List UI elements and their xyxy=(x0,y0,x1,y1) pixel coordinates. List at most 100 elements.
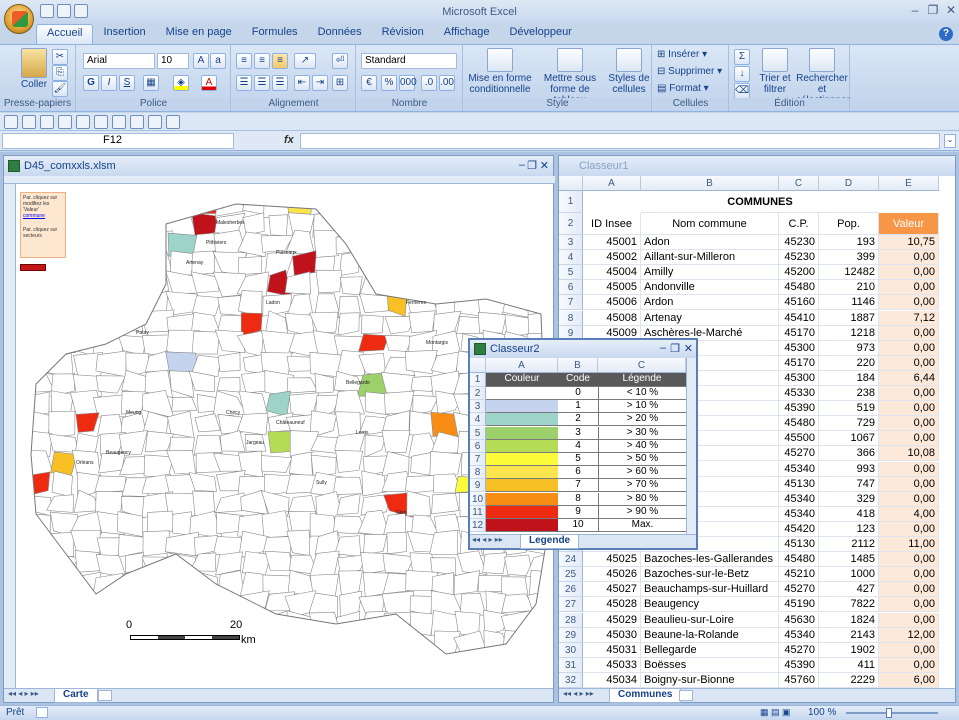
table-cell[interactable]: 45300 xyxy=(779,370,819,386)
commune-region[interactable] xyxy=(93,255,127,277)
table-cell[interactable]: 45001 xyxy=(583,235,641,250)
table-cell[interactable]: 45006 xyxy=(583,295,641,311)
commune-region[interactable] xyxy=(92,311,126,337)
align-bottom-icon[interactable]: ≡ xyxy=(272,53,288,69)
qat-customize-icon[interactable] xyxy=(166,115,180,129)
commune-region[interactable] xyxy=(524,251,554,273)
commune-region[interactable] xyxy=(217,352,241,372)
table-cell[interactable]: 0,00 xyxy=(879,386,939,401)
tab-développeur[interactable]: Développeur xyxy=(499,24,581,44)
tab-données[interactable]: Données xyxy=(308,24,372,44)
row-header[interactable]: 4 xyxy=(559,250,583,266)
commune-region[interactable] xyxy=(22,312,53,338)
commune-region[interactable] xyxy=(216,593,244,614)
legend-column-header-C[interactable]: C xyxy=(598,358,686,373)
commune-region[interactable] xyxy=(171,396,198,412)
commune-region[interactable] xyxy=(381,269,413,298)
wrap-text-icon[interactable]: ⏎ xyxy=(332,53,348,69)
table-cell[interactable]: 1902 xyxy=(819,642,879,658)
commune-region[interactable] xyxy=(382,191,409,217)
table-cell[interactable]: 45330 xyxy=(779,386,819,401)
table-cell[interactable]: 399 xyxy=(819,250,879,266)
legend-code[interactable]: 2 xyxy=(558,413,598,427)
commune-region[interactable] xyxy=(335,449,363,473)
legend-label[interactable]: > 10 % xyxy=(598,400,686,414)
commune-region[interactable] xyxy=(48,433,79,453)
commune-region[interactable] xyxy=(286,377,318,394)
table-cell[interactable]: Amilly xyxy=(641,265,779,281)
table-cell[interactable]: 45270 xyxy=(779,642,819,658)
commune-region[interactable] xyxy=(525,292,553,312)
table-cell[interactable]: 45031 xyxy=(583,642,641,658)
commune-region[interactable] xyxy=(122,270,148,292)
commune-region[interactable] xyxy=(504,651,530,675)
qat-redo-icon[interactable] xyxy=(40,115,54,129)
column-header-A[interactable]: A xyxy=(583,176,641,191)
table-cell[interactable]: 973 xyxy=(819,340,879,356)
table-cell[interactable]: 0,00 xyxy=(879,642,939,658)
table-cell[interactable]: Boigny-sur-Bionne xyxy=(641,672,779,688)
legend-code[interactable]: 1 xyxy=(558,400,598,414)
table-cell[interactable]: 45005 xyxy=(583,280,641,296)
macro-record-icon[interactable] xyxy=(36,707,48,718)
commune-region[interactable] xyxy=(73,293,98,318)
commune-region[interactable] xyxy=(261,510,290,539)
commune-region[interactable] xyxy=(143,191,175,216)
table-cell[interactable]: 993 xyxy=(819,461,879,477)
table-cell[interactable]: 0,00 xyxy=(879,461,939,477)
commune-region[interactable] xyxy=(309,550,340,578)
commune-region[interactable] xyxy=(21,653,52,676)
table-header-cell[interactable]: Valeur xyxy=(879,213,939,235)
table-cell[interactable]: 12482 xyxy=(819,265,879,281)
cell-styles-button[interactable]: Styles de cellules xyxy=(608,48,650,95)
commune-region[interactable] xyxy=(383,210,411,235)
view-buttons[interactable]: ▦ ▤ ▣ xyxy=(760,707,804,719)
commune-region[interactable] xyxy=(92,632,127,655)
commune-region[interactable] xyxy=(121,210,144,234)
commune-region[interactable] xyxy=(172,511,193,536)
table-cell[interactable]: 45760 xyxy=(779,672,819,688)
legend-code[interactable]: 8 xyxy=(558,493,598,506)
table-cell[interactable]: 10,75 xyxy=(879,235,939,250)
commune-region[interactable] xyxy=(216,377,241,393)
commune-region[interactable] xyxy=(239,610,269,635)
commune-region[interactable] xyxy=(70,311,104,337)
commune-region[interactable] xyxy=(527,632,554,655)
commune-region[interactable] xyxy=(242,212,265,236)
commune-region[interactable] xyxy=(358,234,391,256)
table-cell[interactable]: 45004 xyxy=(583,265,641,281)
commune-region[interactable] xyxy=(336,610,361,638)
commune-region[interactable] xyxy=(553,191,554,217)
legend-code[interactable]: 10 xyxy=(558,519,598,532)
commune-region[interactable] xyxy=(144,430,175,453)
commune-region[interactable] xyxy=(309,311,339,334)
commune-region[interactable] xyxy=(428,252,461,278)
tab-insertion[interactable]: Insertion xyxy=(93,24,155,44)
table-cell[interactable]: 0,00 xyxy=(879,491,939,507)
commune-region[interactable] xyxy=(412,394,440,415)
row-header[interactable]: 3 xyxy=(559,235,583,250)
commune-region[interactable] xyxy=(477,273,503,293)
commune-region[interactable] xyxy=(49,652,79,674)
commune-region[interactable] xyxy=(359,293,391,314)
table-cell[interactable]: 45028 xyxy=(583,597,641,613)
commune-region[interactable] xyxy=(527,210,554,235)
table-cell[interactable]: 0,00 xyxy=(879,657,939,673)
table-cell[interactable]: 0,00 xyxy=(879,250,939,266)
commune-region[interactable] xyxy=(286,650,314,676)
commune-region[interactable] xyxy=(261,455,293,473)
commune-region[interactable] xyxy=(310,651,338,676)
commune-region[interactable] xyxy=(408,650,434,673)
commune-region[interactable] xyxy=(477,193,507,218)
row-header[interactable]: 29 xyxy=(559,627,583,643)
table-cell[interactable]: 747 xyxy=(819,476,879,492)
commune-region[interactable] xyxy=(99,591,127,618)
table-cell[interactable]: 45130 xyxy=(779,537,819,552)
commune-region[interactable] xyxy=(94,475,127,494)
commune-region[interactable] xyxy=(455,657,487,677)
commune-region[interactable] xyxy=(436,271,459,295)
column-header-C[interactable]: C xyxy=(779,176,819,191)
commune-region[interactable] xyxy=(98,289,123,317)
commune-region[interactable] xyxy=(361,314,384,334)
tab-affichage[interactable]: Affichage xyxy=(434,24,500,44)
